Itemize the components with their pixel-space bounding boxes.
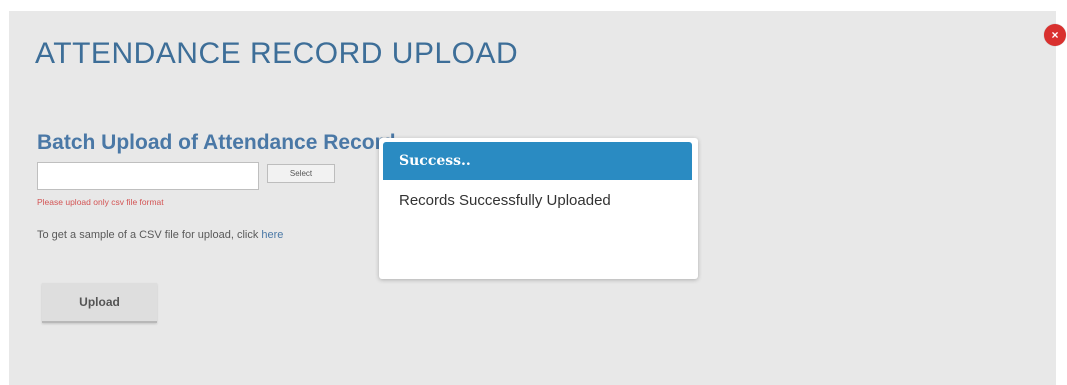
sample-file-link[interactable]: here (261, 229, 283, 241)
popup-message: Records Successfully Uploaded (399, 192, 611, 209)
format-note: Please upload only csv file format (37, 197, 164, 207)
sample-file-label: To get a sample of a CSV file for upload… (37, 229, 262, 241)
select-file-button[interactable]: Select (267, 164, 335, 183)
sample-file-text: To get a sample of a CSV file for upload… (37, 229, 283, 241)
upload-button[interactable]: Upload (42, 283, 157, 323)
close-icon[interactable]: × (1044, 24, 1066, 46)
file-path-field[interactable] (37, 162, 259, 190)
modal-title: ATTENDANCE RECORD UPLOAD (35, 37, 519, 70)
popup-title: Success.. (383, 142, 692, 180)
batch-upload-heading: Batch Upload of Attendance Record (37, 131, 396, 154)
success-popup: Success.. Records Successfully Uploaded (379, 138, 698, 279)
